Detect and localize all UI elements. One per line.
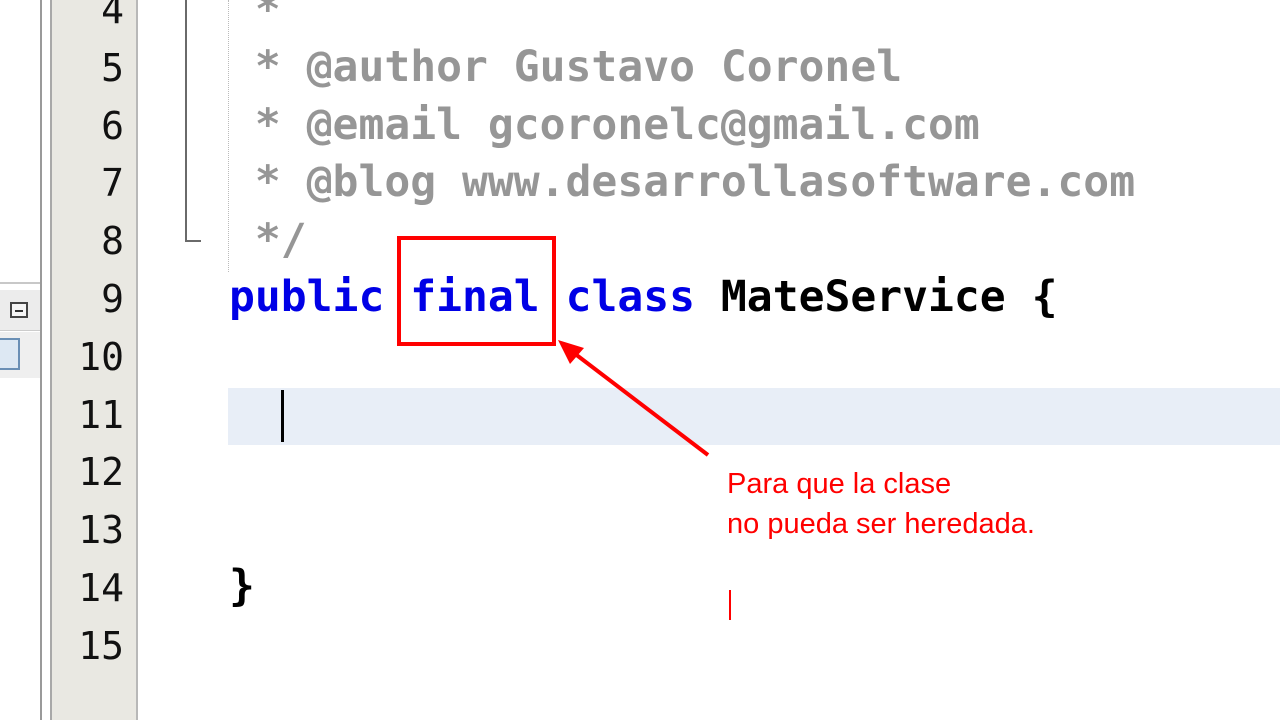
annotation-arrow [558,340,710,457]
arrow-shaft [568,348,710,457]
annotation-text-2: no pueda ser heredada. [727,508,1035,540]
annotation-text-1: Para que la clase [727,468,952,500]
arrow-head-icon [558,340,584,364]
annotation-caret [729,590,731,620]
